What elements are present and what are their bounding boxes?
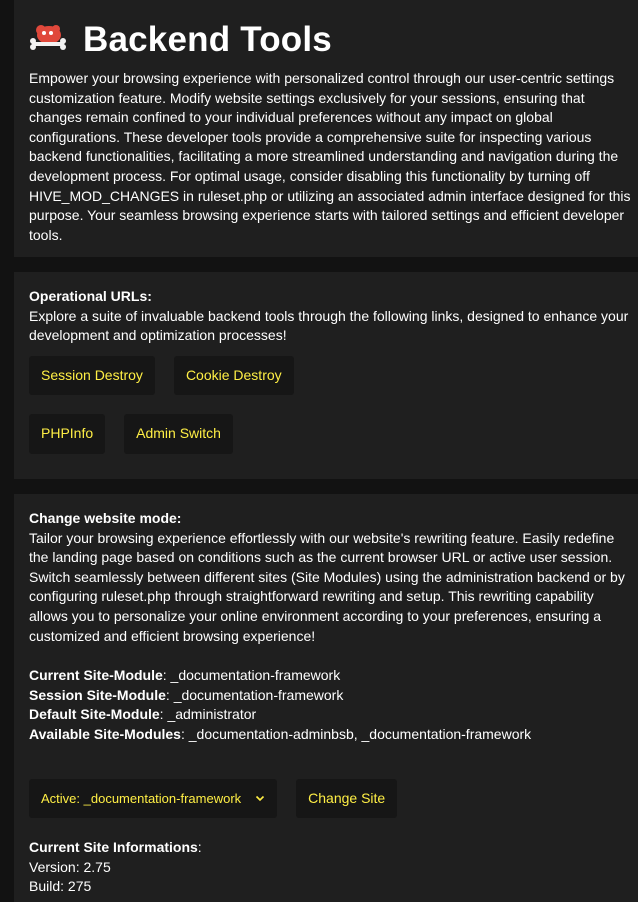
operational-urls-heading: Operational URLs: [29, 288, 152, 304]
page-title: Backend Tools [83, 20, 332, 59]
intro-panel: Backend Tools Empower your browsing expe… [14, 0, 638, 257]
current-site-info-heading: Current Site Informations: [29, 839, 202, 856]
site-build: Build: 275 [29, 878, 92, 895]
website-mode-panel: Change website mode: Tailor your browsin… [14, 494, 638, 902]
change-site-button[interactable]: Change Site [296, 778, 398, 819]
default-site-module: Default Site-Module: _administrator [29, 706, 257, 723]
website-mode-description: Tailor your browsing experience effortle… [29, 529, 625, 644]
operational-urls-panel: Operational URLs: Explore a suite of inv… [14, 272, 638, 479]
site-version: Version: 2.75 [29, 858, 111, 875]
site-module-select-value: Active: _documentation-framework [41, 790, 242, 806]
session-destroy-button[interactable]: Session Destroy [29, 355, 155, 396]
url-button-row: Session Destroy Cookie Destroy [29, 355, 638, 396]
current-site-module: Current Site-Module: _documentation-fram… [29, 667, 341, 684]
title-row: Backend Tools [29, 14, 638, 66]
available-site-modules: Available Site-Modules: _documentation-a… [29, 725, 532, 742]
cookie-destroy-button[interactable]: Cookie Destroy [173, 355, 294, 396]
url-button-row: PHPInfo Admin Switch [29, 414, 638, 454]
site-module-select[interactable]: Active: _documentation-framework [29, 778, 278, 819]
phpinfo-button[interactable]: PHPInfo [29, 414, 106, 454]
website-mode-heading: Change website mode: [29, 510, 182, 526]
session-site-module: Session Site-Module: _documentation-fram… [29, 686, 344, 703]
chevron-down-icon [256, 796, 265, 802]
red-creature-logo-icon [30, 25, 66, 50]
operational-urls-description: Explore a suite of invaluable backend to… [29, 307, 629, 344]
admin-switch-button[interactable]: Admin Switch [124, 414, 233, 454]
site-switch-row: Active: _documentation-framework Change … [29, 778, 638, 819]
intro-description: Empower your browsing experience with pe… [29, 70, 631, 243]
